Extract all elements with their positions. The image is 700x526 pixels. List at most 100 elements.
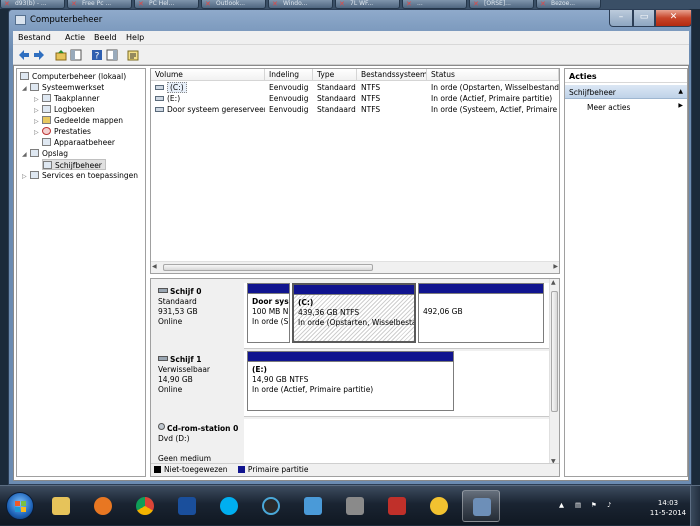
tree-node-event-viewer[interactable]: ▷ Logboeken [34,104,95,115]
menu-action[interactable]: Actie [65,33,85,42]
actions-header: Acties [565,69,687,83]
collapse-arrow-icon[interactable]: ▲ [678,88,683,95]
app-circle-icon [262,497,280,515]
tree-node-root[interactable]: Computerbeheer (lokaal) [20,71,126,82]
close-button[interactable]: ✕ [655,10,692,27]
start-button[interactable] [6,492,34,520]
expanded-arrow-icon[interactable]: ◢ [22,149,30,160]
legend: Niet-toegewezen Primaire partitie [151,463,559,476]
cd-rom-icon [158,423,165,430]
tree-node-storage[interactable]: ◢ Opslag [22,148,68,159]
performance-icon [42,127,51,135]
up-folder-icon[interactable] [55,49,67,61]
window-title: Computerbeheer [30,15,103,25]
scrollbar-thumb[interactable] [163,264,373,271]
column-header-volume[interactable]: Volume [151,69,265,81]
menu-help[interactable]: Help [126,33,144,42]
tree-node-performance[interactable]: ▷ Prestaties [34,126,91,137]
main-client-area: Computerbeheer (lokaal) ◢ Systeemwerkset … [13,65,689,481]
taskbar-app-button[interactable] [252,490,290,522]
partition-unnamed[interactable]: 492,06 GB [418,283,544,343]
horizontal-scrollbar[interactable]: ◀ ▶ [151,261,559,273]
taskbar-app-button[interactable] [294,490,332,522]
tree-node-services[interactable]: ▷ Services en toepassingen [22,170,138,181]
collapsed-arrow-icon[interactable]: ▷ [34,127,42,138]
disk-graphical-view: Schijf 0 Standaard 931,53 GB Online Door… [150,278,560,477]
disk-info-cdrom[interactable]: Cd-rom-station 0 Dvd (D:) Geen medium [153,419,244,464]
taskbar-skype-button[interactable] [210,490,248,522]
show-hidden-icons-icon[interactable]: ▲ [559,501,564,509]
taskbar-app-button[interactable] [378,490,416,522]
properties-icon[interactable] [127,49,139,61]
tree-node-device-manager[interactable]: Apparaatbeheer [42,137,115,148]
browser-tab[interactable]: ✕ Windo... [268,0,333,9]
taskbar-media-player-button[interactable] [84,490,122,522]
chrome-icon [136,497,154,515]
clock-icon [42,94,51,102]
menu-view[interactable]: Beeld [94,33,117,42]
scroll-right-arrow-icon[interactable]: ▶ [553,263,558,270]
column-header-layout[interactable]: Indeling [265,69,313,81]
maximize-button[interactable]: ▭ [633,10,655,27]
partition-e[interactable]: (E:) 14,90 GB NTFS In orde (Actief, Primai… [247,351,454,411]
back-arrow-icon[interactable] [18,49,30,61]
disk-row-cdrom: Cd-rom-station 0 Dvd (D:) Geen medium [153,419,549,464]
folder-icon [52,497,70,515]
skype-icon [220,497,238,515]
tree-node-task-scheduler[interactable]: ▷ Taakplanner [34,93,100,104]
forward-arrow-icon[interactable] [33,49,45,61]
collapsed-arrow-icon[interactable]: ▷ [22,171,30,182]
volume-list: Volume Indeling Type Bestandssysteem Sta… [150,68,560,274]
browser-tab[interactable]: ✕ [ORSE]... [469,0,534,9]
taskbar-chrome-button[interactable] [126,490,164,522]
tree-node-system-tools[interactable]: ◢ Systeemwerkset [22,82,104,93]
scroll-up-arrow-icon[interactable]: ▲ [551,279,556,286]
action-center-icon[interactable]: ⚑ [591,501,597,509]
vertical-scrollbar[interactable]: ▲ ▼ [549,279,559,465]
browser-tab[interactable]: ✕ Bezoe... [536,0,601,9]
volume-icon [155,96,164,101]
computer-icon [20,72,29,80]
scroll-left-arrow-icon[interactable]: ◀ [152,263,157,270]
disk-info-1[interactable]: Schijf 1 Verwisselbaar 14,90 GB Online [153,351,244,417]
show-desktop-button[interactable] [690,486,700,526]
tree-node-shared-folders[interactable]: ▷ Gedeelde mappen [34,115,123,126]
tools-icon [30,83,39,91]
actions-section-disk-management[interactable]: Schijfbeheer ▲ [565,85,687,99]
taskbar-explorer-button[interactable] [42,490,80,522]
expanded-arrow-icon[interactable]: ◢ [22,83,30,94]
taskbar-app-button[interactable] [168,490,206,522]
taskbar-app-button[interactable] [420,490,458,522]
scrollbar-thumb[interactable] [551,291,558,412]
column-header-type[interactable]: Type [313,69,357,81]
volume-icon[interactable]: ♪ [607,501,611,509]
help-icon[interactable]: ? [91,49,103,61]
computer-management-window: Computerbeheer – ▭ ✕ Bestand Actie Beeld… [8,9,692,485]
clock[interactable]: 14:03 11-5-2014 [645,498,691,518]
browser-tab[interactable]: ✕ Free Pc ... [67,0,132,9]
column-header-filesystem[interactable]: Bestandssysteem [357,69,427,81]
taskbar-computer-management-button[interactable] [462,490,500,522]
network-icon[interactable]: ▤ [575,501,581,509]
hard-disk-icon [158,288,168,293]
browser-tab[interactable]: ✕ PC Hel... [134,0,199,9]
browser-tab[interactable]: ✕ 7L WF... [335,0,400,9]
app-yellow-icon [430,497,448,515]
browser-tab[interactable]: ✕... [402,0,467,9]
tree-node-disk-management[interactable]: Schijfbeheer [42,159,106,170]
column-header-status[interactable]: Status [427,69,559,81]
show-hide-console-tree-icon[interactable] [70,49,82,61]
disk-info-0[interactable]: Schijf 0 Standaard 931,53 GB Online [153,283,244,349]
partition-system-reserved[interactable]: Door sys 100 MB N In orde (S [247,283,290,343]
browser-tab[interactable]: ✕ d93(b) - ... [0,0,65,9]
menu-file[interactable]: Bestand [18,33,51,42]
title-bar[interactable]: Computerbeheer – ▭ ✕ [9,10,692,31]
computer-management-icon [15,15,26,25]
taskbar-app-button[interactable] [336,490,374,522]
menu-bar: Bestand Actie Beeld Help [13,31,689,45]
more-actions-link[interactable]: Meer acties ▶ [565,99,687,112]
show-hide-action-pane-icon[interactable] [106,49,118,61]
browser-tab[interactable]: ✕ Outlook... [201,0,266,9]
minimize-button[interactable]: – [609,10,633,27]
partition-c[interactable]: (C:) 439,36 GB NTFS In orde (Opstarten, Wi… [292,283,416,343]
